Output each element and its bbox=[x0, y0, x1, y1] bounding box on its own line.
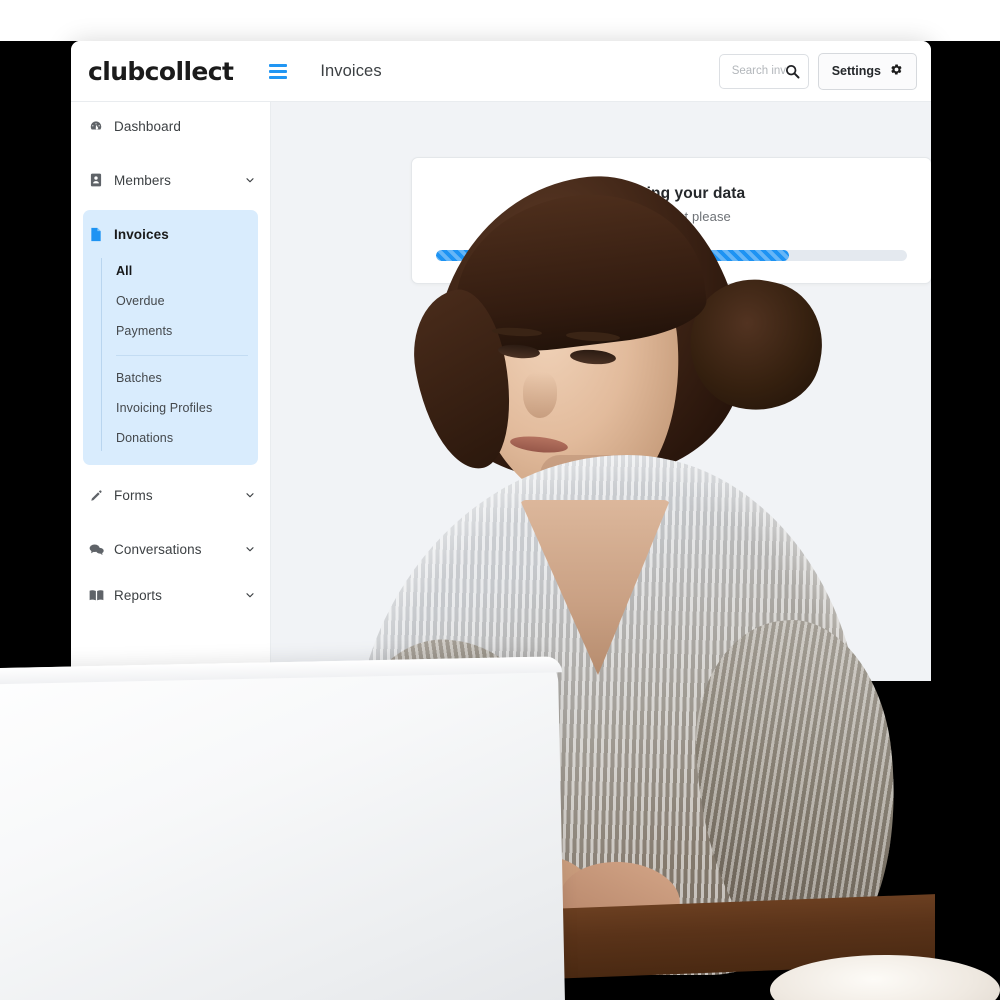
sidebar-subitem-donations[interactable]: Donations bbox=[116, 423, 258, 453]
app-topbar: clubcollect Invoices Search invoices Set… bbox=[71, 41, 931, 102]
progress-bar-fill bbox=[436, 250, 790, 261]
page-title: Invoices bbox=[320, 61, 382, 80]
chevron-down-icon[interactable] bbox=[244, 174, 256, 186]
sidebar-item-members[interactable]: Members bbox=[71, 164, 270, 196]
page-background-top bbox=[0, 0, 1000, 41]
sidebar-subitem-label: Overdue bbox=[116, 294, 165, 308]
modal-title: Importing your data bbox=[597, 185, 746, 202]
sidebar-item-label: Forms bbox=[114, 487, 153, 503]
gear-icon bbox=[890, 63, 903, 79]
subnav-divider bbox=[116, 355, 248, 356]
sidebar-subitem-invoicing-profiles[interactable]: Invoicing Profiles bbox=[116, 393, 258, 423]
sidebar-subitem-payments[interactable]: Payments bbox=[116, 316, 258, 346]
sidebar-subnav-invoices: All Overdue Payments Batches Invoicing P… bbox=[101, 256, 258, 453]
laptop-lid bbox=[0, 656, 567, 1000]
speedometer-icon bbox=[88, 119, 104, 133]
settings-button-label: Settings bbox=[831, 64, 881, 78]
sidebar-item-reports[interactable]: Reports bbox=[71, 579, 270, 611]
sidebar-group-invoices: Invoices All Overdue Payments Batches In… bbox=[83, 210, 258, 465]
sidebar-subitem-overdue[interactable]: Overdue bbox=[116, 286, 258, 316]
search-icon[interactable] bbox=[785, 64, 800, 79]
content-area: Importing your data One moment please bbox=[271, 102, 931, 681]
progress-bar-track bbox=[436, 250, 907, 261]
photo-cutout-shadow bbox=[408, 781, 518, 899]
person-hand-left bbox=[456, 845, 598, 945]
sidebar-item-conversations[interactable]: Conversations bbox=[71, 533, 270, 565]
chevron-down-icon[interactable] bbox=[244, 489, 256, 501]
book-icon bbox=[88, 589, 104, 602]
pen-icon bbox=[88, 489, 104, 502]
sidebar-subitem-label: Invoicing Profiles bbox=[116, 401, 213, 415]
search-input-wrapper[interactable] bbox=[718, 53, 809, 89]
hamburger-bar bbox=[269, 63, 288, 67]
hamburger-bar bbox=[269, 75, 288, 79]
phone bbox=[0, 953, 101, 991]
topbar-actions: Settings bbox=[718, 52, 917, 90]
id-card-icon bbox=[88, 173, 104, 187]
chat-bubbles-icon bbox=[88, 543, 104, 556]
chevron-down-icon[interactable] bbox=[244, 543, 256, 555]
sidebar-item-label: Members bbox=[114, 172, 171, 188]
person-sleeve-left bbox=[316, 628, 566, 982]
sidebar-subitem-label: Batches bbox=[116, 371, 162, 385]
person-hand-right bbox=[556, 855, 684, 941]
sidebar-subitem-label: Payments bbox=[116, 324, 173, 338]
brand-logo[interactable]: clubcollect bbox=[88, 56, 234, 86]
document-icon bbox=[88, 227, 104, 242]
sidebar: Dashboard Members Invoices All Overdue P… bbox=[71, 102, 271, 681]
sidebar-subitem-label: Donations bbox=[116, 431, 174, 445]
sidebar-item-label: Reports bbox=[114, 587, 162, 603]
sidebar-item-forms[interactable]: Forms bbox=[71, 479, 270, 511]
search-input[interactable] bbox=[729, 64, 789, 78]
modal-subtitle: One moment please bbox=[612, 209, 731, 224]
sidebar-subitem-all[interactable]: All bbox=[116, 256, 258, 286]
sidebar-subitem-batches[interactable]: Batches bbox=[116, 363, 258, 393]
hamburger-bar bbox=[269, 69, 288, 73]
sidebar-item-label: Dashboard bbox=[114, 118, 181, 134]
screenshot-canvas: clubcollect Invoices Search invoices Set… bbox=[0, 0, 1000, 1000]
settings-button[interactable]: Settings bbox=[817, 52, 917, 90]
plate bbox=[770, 955, 1000, 1000]
chevron-down-icon[interactable] bbox=[244, 589, 256, 601]
hamburger-icon[interactable] bbox=[269, 63, 288, 79]
sidebar-subitem-label: All bbox=[116, 264, 133, 278]
app-window: clubcollect Invoices Search invoices Set… bbox=[71, 41, 931, 681]
sidebar-item-invoices[interactable]: Invoices bbox=[83, 218, 258, 250]
sidebar-item-label: Invoices bbox=[114, 226, 169, 242]
brand-logo-text: clubcollect bbox=[88, 56, 234, 86]
sidebar-item-dashboard[interactable]: Dashboard bbox=[71, 110, 270, 142]
sidebar-item-label: Conversations bbox=[114, 541, 202, 557]
import-progress-modal: Importing your data One moment please bbox=[411, 157, 931, 284]
desk-surface bbox=[0, 894, 935, 1000]
